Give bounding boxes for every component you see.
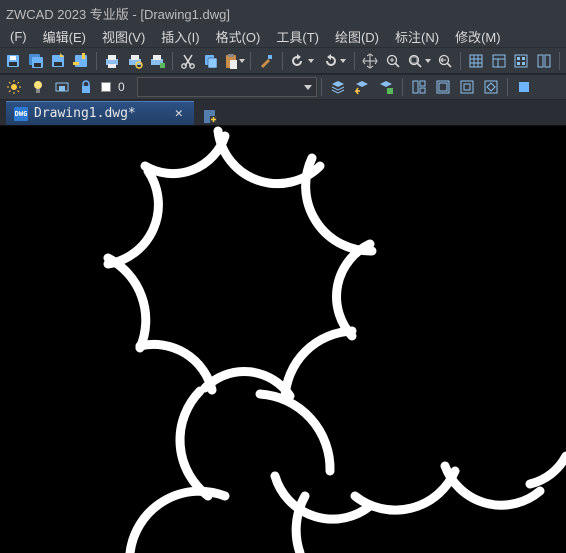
main-toolbar [0,48,566,74]
zoom-extents-icon[interactable] [405,50,433,72]
menu-view[interactable]: 视图(V) [94,25,153,48]
separator [402,78,403,96]
block-icon[interactable] [513,76,535,98]
undo-button[interactable] [287,50,317,72]
zoom-realtime-icon[interactable] [382,50,402,72]
menu-insert[interactable]: 插入(I) [153,25,207,48]
layer-toolbar: 0 [0,74,566,100]
save-as-icon[interactable] [48,50,68,72]
dropdown-arrow-icon [308,59,314,63]
pan-icon[interactable] [360,50,380,72]
print-icon[interactable] [102,50,122,72]
separator [559,52,560,70]
separator [282,52,283,70]
separator [507,78,508,96]
table-icon[interactable] [466,50,486,72]
menu-modify[interactable]: 修改(M) [447,25,509,48]
dropdown-arrow-icon [340,59,346,63]
design-center-icon[interactable] [511,50,531,72]
separator [250,52,251,70]
menu-format[interactable]: 格式(O) [208,25,269,48]
menu-tools[interactable]: 工具(T) [268,25,327,48]
lock-icon[interactable] [75,76,97,98]
menu-draw[interactable]: 绘图(D) [327,25,387,48]
paste-icon[interactable] [223,50,245,72]
export-icon[interactable] [70,50,90,72]
save-icon[interactable] [3,50,23,72]
menu-file[interactable]: (F) [2,27,35,46]
new-tab-button[interactable] [200,107,220,125]
layer-dropdown[interactable] [137,77,317,97]
cut-icon[interactable] [178,50,198,72]
lightbulb-icon[interactable] [27,76,49,98]
publish-icon[interactable] [147,50,167,72]
close-tab-button[interactable]: ✕ [172,107,186,121]
viewport-single-icon[interactable] [432,76,454,98]
separator [460,52,461,70]
dropdown-arrow-icon [425,59,431,63]
properties-icon[interactable] [489,50,509,72]
dropdown-arrow-icon [239,59,245,63]
layer-isolate-icon[interactable] [51,76,73,98]
separator [172,52,173,70]
separator [354,52,355,70]
title-bar-text: ZWCAD 2023 专业版 - [Drawing1.dwg] [6,7,230,22]
document-tab[interactable]: DWG Drawing1.dwg* ✕ [6,101,194,125]
viewport-clip-icon[interactable] [480,76,502,98]
menu-edit[interactable]: 编辑(E) [35,25,94,48]
title-bar: ZWCAD 2023 专业版 - [Drawing1.dwg] [0,0,566,26]
menu-dimension[interactable]: 标注(N) [387,25,447,48]
drawing-canvas[interactable] [0,126,566,553]
layer-manager-icon[interactable] [327,76,349,98]
redo-button[interactable] [319,50,349,72]
document-tab-label: Drawing1.dwg* [34,106,136,121]
menu-bar: (F) 编辑(E) 视图(V) 插入(I) 格式(O) 工具(T) 绘图(D) … [0,26,566,48]
zoom-previous-icon[interactable] [435,50,455,72]
separator [321,78,322,96]
layer-color-swatch[interactable] [101,82,111,92]
current-layer-name: 0 [114,80,129,94]
separator [96,52,97,70]
drawing-content [0,126,566,553]
layer-previous-icon[interactable] [351,76,373,98]
document-tab-bar: DWG Drawing1.dwg* ✕ [0,100,566,126]
save-all-icon[interactable] [25,50,45,72]
dwg-file-icon: DWG [14,107,28,121]
print-preview-icon[interactable] [124,50,144,72]
dropdown-arrow-icon [304,85,312,90]
viewport-tile-icon[interactable] [408,76,430,98]
match-properties-icon[interactable] [256,50,276,72]
viewport-poly-icon[interactable] [456,76,478,98]
tool-palettes-icon[interactable] [534,50,554,72]
copy-icon[interactable] [201,50,221,72]
layer-states-icon[interactable] [375,76,397,98]
sun-icon[interactable] [3,76,25,98]
